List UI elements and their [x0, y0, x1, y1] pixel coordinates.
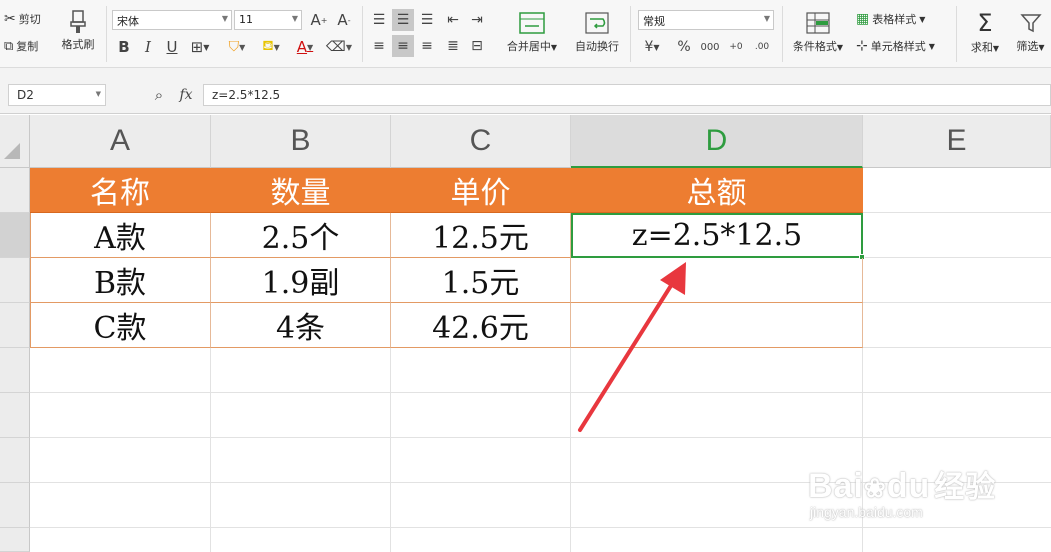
paw-icon: ❀ — [863, 473, 887, 503]
baidu-watermark: Bai❀du 经验 jingyan.baidu.com — [808, 467, 997, 520]
